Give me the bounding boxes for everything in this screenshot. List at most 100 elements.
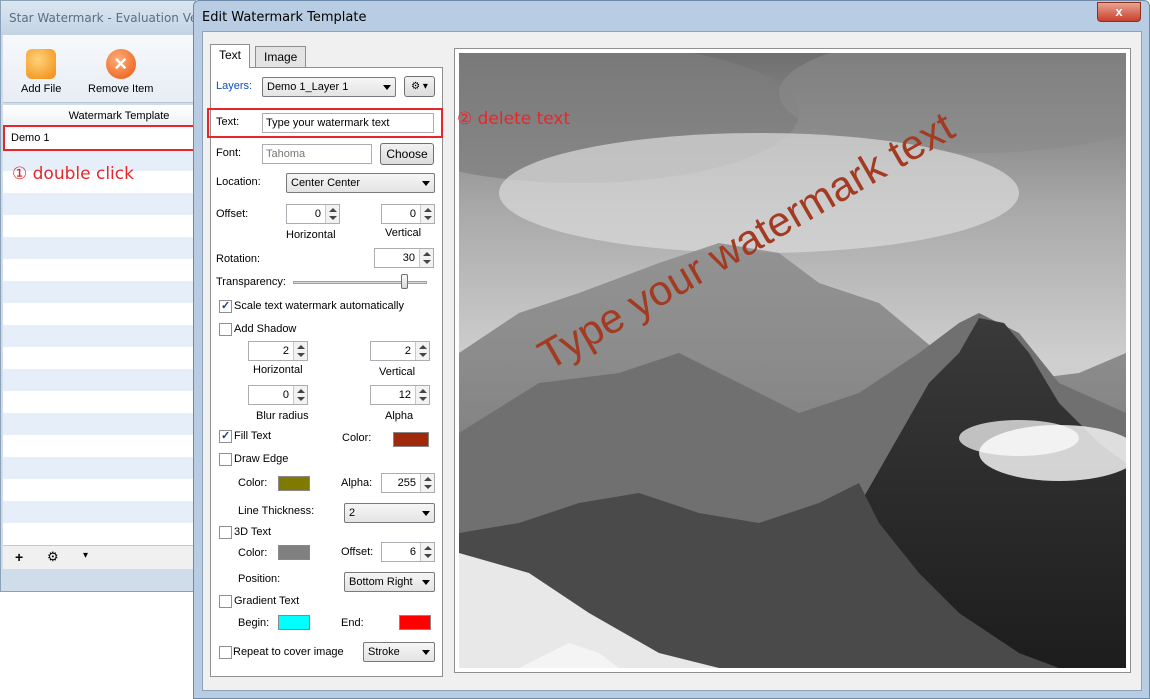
stroke-select[interactable]: Stroke xyxy=(363,642,435,662)
fill-text-checkbox[interactable] xyxy=(219,429,232,443)
template-list-header: Watermark Template xyxy=(3,105,195,127)
highlight-box-demo xyxy=(3,125,197,151)
settings-icon[interactable]: ⚙ xyxy=(47,549,59,565)
text-3d-color-label: Color: xyxy=(238,547,268,559)
spinner-arrows-icon[interactable] xyxy=(415,342,429,360)
list-row-empty xyxy=(3,281,195,303)
list-row-empty xyxy=(3,479,195,501)
spinner-arrows-icon[interactable] xyxy=(420,474,434,492)
list-row-empty xyxy=(3,193,195,215)
gradient-begin-label: Begin: xyxy=(238,617,270,629)
draw-edge-checkbox[interactable] xyxy=(219,453,232,466)
spinner-arrows-icon[interactable] xyxy=(420,205,434,223)
text-3d-checkbox[interactable] xyxy=(219,526,232,539)
main-window-titlebar: Star Watermark - Evaluation Versi xyxy=(1,1,212,35)
offset-label: Offset: xyxy=(216,208,249,220)
spinner-arrows-icon[interactable] xyxy=(325,205,339,223)
font-label: Font: xyxy=(216,147,242,159)
line-thickness-select[interactable]: 2 xyxy=(344,503,435,523)
layers-select[interactable]: Demo 1_Layer 1 xyxy=(262,77,396,97)
line-thickness-label: Line Thickness: xyxy=(238,505,315,517)
shadow-horizontal-caption: Horizontal xyxy=(253,364,303,376)
close-button[interactable]: x xyxy=(1097,2,1141,22)
remove-item-label: Remove Item xyxy=(88,83,154,95)
main-toolbar: Add File × Remove Item xyxy=(3,35,197,103)
shadow-alpha-spinner[interactable]: 12 xyxy=(370,385,430,405)
fill-color-swatch[interactable] xyxy=(393,432,429,447)
remove-item-button[interactable]: × Remove Item xyxy=(88,49,153,95)
list-row-empty xyxy=(3,303,195,325)
highlight-box-text xyxy=(207,108,443,138)
offset-horizontal-spinner[interactable]: 0 xyxy=(286,204,340,224)
shadow-horizontal-spinner[interactable]: 2 xyxy=(248,341,308,361)
position-value: Bottom Right xyxy=(349,576,413,588)
gradient-text-checkbox[interactable] xyxy=(219,595,232,608)
edit-watermark-dialog: Edit Watermark Template x Text Image Lay… xyxy=(193,0,1150,699)
position-select[interactable]: Bottom Right xyxy=(344,572,435,592)
offset-horizontal-caption: Horizontal xyxy=(286,229,336,241)
mountain-photo: Type your watermark text xyxy=(459,53,1126,668)
list-row-empty xyxy=(3,369,195,391)
spinner-arrows-icon[interactable] xyxy=(419,249,433,267)
list-bottom-bar: + ⚙ ▾ xyxy=(3,545,195,569)
chevron-down-icon xyxy=(383,85,391,90)
main-window: Star Watermark - Evaluation Versi Add Fi… xyxy=(0,0,212,592)
edge-color-swatch[interactable] xyxy=(278,476,310,491)
blur-radius-caption: Blur radius xyxy=(256,410,309,422)
rotation-value: 30 xyxy=(402,252,415,264)
transparency-slider-thumb[interactable] xyxy=(401,274,409,289)
fill-text-label: Fill Text xyxy=(234,430,272,442)
font-field: Tahoma xyxy=(262,144,372,164)
list-row-empty xyxy=(3,457,195,479)
chevron-down-icon[interactable]: ▾ xyxy=(83,550,88,561)
text-3d-offset-spinner[interactable]: 6 xyxy=(381,542,435,562)
position-label: Position: xyxy=(238,573,281,585)
layers-value: Demo 1_Layer 1 xyxy=(267,81,349,93)
text-3d-label: 3D Text xyxy=(234,526,272,538)
location-label: Location: xyxy=(216,176,261,188)
list-row-empty xyxy=(3,391,195,413)
gradient-text-label: Gradient Text xyxy=(234,595,300,607)
transparency-label: Transparency: xyxy=(216,276,286,288)
choose-font-button[interactable]: Choose xyxy=(380,143,434,165)
add-template-button[interactable]: + xyxy=(15,549,23,565)
list-row-empty xyxy=(3,523,195,545)
location-select[interactable]: Center Center xyxy=(286,173,435,193)
list-row-empty xyxy=(3,259,195,281)
list-row-empty xyxy=(3,325,195,347)
rotation-spinner[interactable]: 30 xyxy=(374,248,434,268)
draw-edge-label: Draw Edge xyxy=(234,453,289,465)
chevron-down-icon xyxy=(422,511,430,516)
shadow-vertical-spinner[interactable]: 2 xyxy=(370,341,430,361)
text-3d-color-swatch[interactable] xyxy=(278,545,310,560)
list-row-empty xyxy=(3,215,195,237)
spinner-arrows-icon[interactable] xyxy=(420,543,434,561)
shadow-horizontal-value: 2 xyxy=(282,345,289,357)
spinner-arrows-icon[interactable] xyxy=(293,386,307,404)
spinner-arrows-icon[interactable] xyxy=(293,342,307,360)
tab-text[interactable]: Text xyxy=(210,44,251,68)
annotation-delete-text: ② delete text xyxy=(457,109,571,129)
shadow-checkbox[interactable] xyxy=(219,323,232,336)
blur-radius-spinner[interactable]: 0 xyxy=(248,385,308,405)
shadow-label: Add Shadow xyxy=(234,323,297,335)
list-row-empty xyxy=(3,435,195,457)
location-value: Center Center xyxy=(291,177,361,189)
edge-alpha-value: 255 xyxy=(397,477,416,489)
tab-image[interactable]: Image xyxy=(255,46,307,68)
gradient-begin-swatch[interactable] xyxy=(278,615,310,630)
spinner-arrows-icon[interactable] xyxy=(415,386,429,404)
offset-vertical-spinner[interactable]: 0 xyxy=(381,204,435,224)
text-3d-offset-label: Offset: xyxy=(341,546,374,558)
add-file-label: Add File xyxy=(21,83,62,95)
edge-alpha-spinner[interactable]: 255 xyxy=(381,473,435,493)
repeat-checkbox[interactable] xyxy=(219,646,232,659)
dialog-title: Edit Watermark Template xyxy=(202,10,367,25)
layer-gear-button[interactable]: ⚙ ▾ xyxy=(404,76,435,97)
offset-vertical-value: 0 xyxy=(409,208,416,220)
add-file-button[interactable]: Add File xyxy=(21,49,61,95)
scale-checkbox[interactable] xyxy=(219,299,232,313)
offset-horizontal-value: 0 xyxy=(314,208,321,220)
preview-image: Type your watermark text xyxy=(459,53,1126,668)
gradient-end-swatch[interactable] xyxy=(399,615,431,630)
